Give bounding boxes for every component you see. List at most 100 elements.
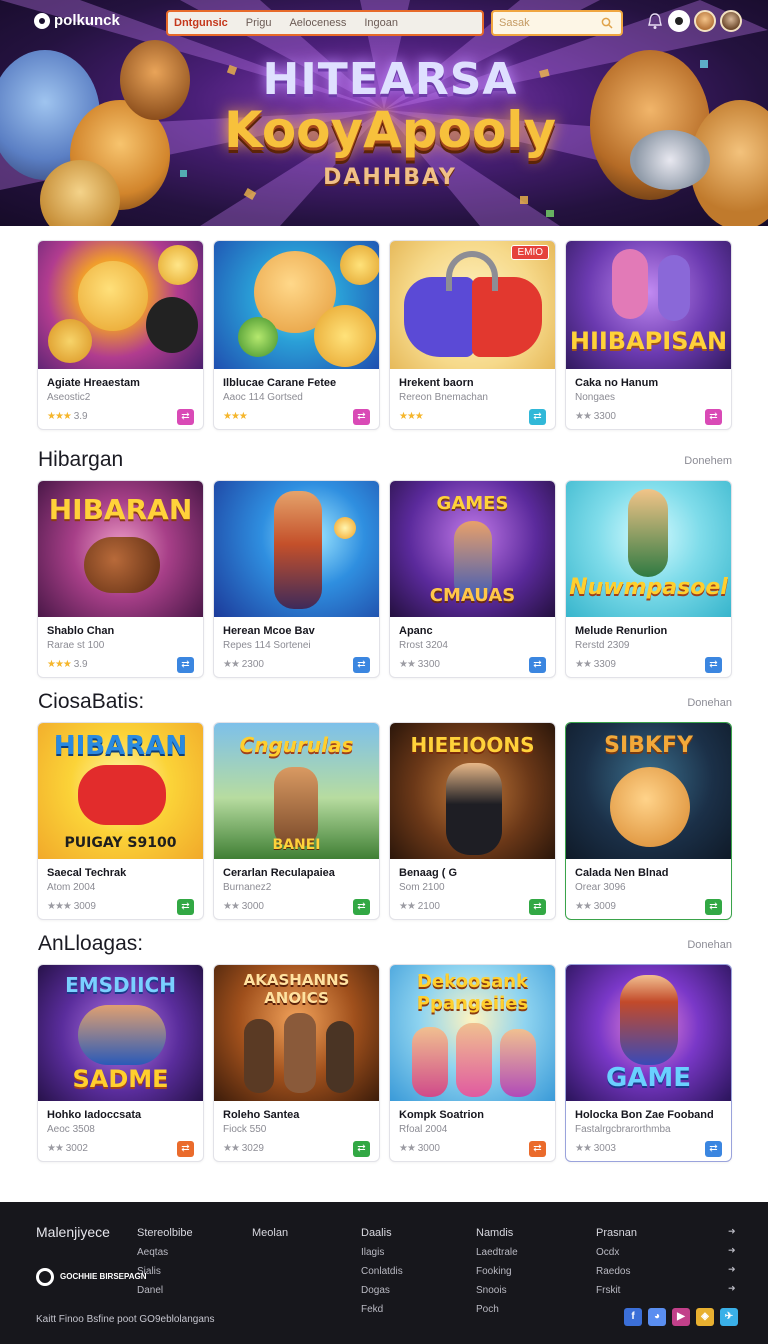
search-icon[interactable]	[601, 17, 613, 29]
search-input[interactable]	[499, 16, 599, 30]
arrow-right-icon[interactable]: ➜	[728, 1245, 736, 1256]
game-card[interactable]: Ilblucae Carane Fetee Aaoc 114 Gortsed ★…	[213, 240, 380, 430]
rating-value: 3.9	[73, 659, 88, 670]
footer-link[interactable]: Laedtrale	[476, 1243, 518, 1262]
game-card[interactable]: HIIBAPISAN Caka no Hanum Nongaes ★★ 3300…	[565, 240, 732, 430]
nav-item-2[interactable]: Prigu	[246, 17, 272, 29]
game-card[interactable]: Herean Mcoe Bav Repes 114 Sortenei ★★ 23…	[213, 480, 380, 678]
play-icon[interactable]: ⇄	[177, 409, 194, 425]
footer-link[interactable]: Aeqtas	[137, 1243, 193, 1262]
arrow-right-icon[interactable]: ➜	[728, 1264, 736, 1275]
game-card[interactable]: HIBARAN Shablo Chan Rarae st 100 ★★★ 3.9…	[37, 480, 204, 678]
play-icon[interactable]: ⇄	[529, 1141, 546, 1157]
game-card[interactable]: GAME Holocka Bon Zae Fooband Fastalrgcbr…	[565, 964, 732, 1162]
footer-link[interactable]: Ocdx	[596, 1243, 637, 1262]
rating-value: 3.9	[73, 411, 88, 422]
play-icon[interactable]: ⇄	[705, 899, 722, 915]
header-actions	[646, 10, 742, 32]
game-thumbnail: HIBARAN PUIGAY S9100	[38, 723, 203, 859]
play-icon[interactable]: ⇄	[353, 657, 370, 673]
arrow-right-icon[interactable]: ➜	[728, 1283, 736, 1294]
notification-bell-icon[interactable]	[646, 10, 664, 32]
game-title: Shablo Chan	[47, 625, 115, 637]
arrow-right-icon[interactable]: ➜	[728, 1226, 736, 1237]
twitter-icon[interactable]: ✈	[720, 1308, 738, 1326]
footer-link[interactable]: Fekd	[361, 1300, 403, 1319]
footer-link[interactable]: Daalis	[361, 1224, 403, 1243]
play-icon[interactable]: ⇄	[177, 657, 194, 673]
footer-link[interactable]: Fooking	[476, 1262, 518, 1281]
logo-icon	[34, 12, 50, 29]
see-more-link-2[interactable]: Donehan	[687, 697, 732, 709]
game-rating: ★★ 2300	[223, 659, 264, 670]
play-icon[interactable]: ⇄	[529, 409, 546, 425]
game-card[interactable]: GAMES CMAUAS Apanc Rrost 3204 ★★ 3300 ⇄	[389, 480, 556, 678]
footer-link[interactable]: Raedos	[596, 1262, 637, 1281]
play-icon[interactable]: ⇄	[705, 409, 722, 425]
facebook-icon[interactable]: f	[624, 1308, 642, 1326]
game-title: Benaag ( G	[399, 867, 458, 879]
footer-link[interactable]: Prasnan	[596, 1224, 637, 1243]
play-icon[interactable]: ⇄	[529, 899, 546, 915]
play-icon[interactable]: ⇄	[529, 657, 546, 673]
profile-menu-icon[interactable]	[668, 10, 690, 32]
play-icon[interactable]: ⇄	[177, 1141, 194, 1157]
game-card[interactable]: AKASHANNS ANOICS Roleho Santea Fiock 550…	[213, 964, 380, 1162]
game-card[interactable]: HIEEIOONS Benaag ( G Som 2100 ★★ 2100 ⇄	[389, 722, 556, 920]
game-subtitle: Aaoc 114 Gortsed	[223, 392, 303, 403]
game-rating: ★★ 3002	[47, 1143, 88, 1154]
play-icon[interactable]: ⇄	[705, 657, 722, 673]
avatar-secondary[interactable]	[720, 10, 742, 32]
social-links: f ◕ ▶ ◈ ✈	[624, 1308, 738, 1326]
rating-value: 3000	[417, 1143, 440, 1154]
footer-link[interactable]: Conlatdis	[361, 1262, 403, 1281]
footer-link[interactable]: Snoois	[476, 1281, 518, 1300]
youtube-icon[interactable]: ▶	[672, 1308, 690, 1326]
footer-link[interactable]: Stereolbibe	[137, 1224, 193, 1243]
discord-icon[interactable]: ◕	[648, 1308, 666, 1326]
game-card[interactable]: HIBARAN PUIGAY S9100 Saecal Techrak Atom…	[37, 722, 204, 920]
nav-item-1[interactable]: Dntgunsic	[174, 17, 228, 29]
twitch-icon[interactable]: ◈	[696, 1308, 714, 1326]
game-card[interactable]: Nuwmpasoel Melude Renurlion Rerstd 2309 …	[565, 480, 732, 678]
game-card[interactable]: EMIO Hrekent baorn Rereon Bnemachan ★★★ …	[389, 240, 556, 430]
game-rating: ★★ 3000	[399, 1143, 440, 1154]
footer-link[interactable]: Ilagis	[361, 1243, 403, 1262]
thumbnail-title: Cngurulas	[239, 733, 354, 757]
game-card[interactable]: Cngurulas BANEI Cerarlan Reculapaiea Bur…	[213, 722, 380, 920]
game-card[interactable]: SIBKFY Calada Nen Blnad Orear 3096 ★★ 30…	[565, 722, 732, 920]
play-icon[interactable]: ⇄	[177, 899, 194, 915]
game-card[interactable]: EMSDIICH SADME Hohko Iadoccsata Aeoc 350…	[37, 964, 204, 1162]
avatar[interactable]	[694, 10, 716, 32]
play-icon[interactable]: ⇄	[353, 409, 370, 425]
game-thumbnail: GAME	[566, 965, 731, 1101]
section-title-3: AnLloagas:	[38, 932, 144, 955]
game-subtitle: Rfoal 2004	[399, 1124, 448, 1135]
rating-stars-icon: ★★	[399, 1143, 416, 1154]
thumbnail-title: EMSDIICH	[65, 973, 176, 997]
play-icon[interactable]: ⇄	[353, 899, 370, 915]
play-icon[interactable]: ⇄	[705, 1141, 722, 1157]
footer-link[interactable]: Poch	[476, 1300, 518, 1319]
site-logo[interactable]: polkunck	[34, 12, 120, 29]
footer-link[interactable]: Frskit	[596, 1281, 637, 1300]
hero-subtitle: DAHHBAY	[323, 165, 457, 190]
footer-link[interactable]: Dogas	[361, 1281, 403, 1300]
see-more-link-3[interactable]: Donehan	[687, 939, 732, 951]
play-icon[interactable]: ⇄	[353, 1141, 370, 1157]
search-box	[491, 10, 623, 36]
site-footer: Malenjiyece Stereolbibe Aeqtas Sialis Da…	[0, 1202, 768, 1344]
game-card[interactable]: Agiate Hreaestam Aseostic2 ★★★ 3.9 ⇄	[37, 240, 204, 430]
footer-link[interactable]: Namdis	[476, 1224, 518, 1243]
rating-value: 3300	[593, 411, 616, 422]
game-subtitle: Rarae st 100	[47, 640, 105, 651]
game-card[interactable]: Dekoosank Ppangeiies Kompk Soatrion Rfoa…	[389, 964, 556, 1162]
game-subtitle: Rereon Bnemachan	[399, 392, 488, 403]
copyright-text: Kaitt Finoo Bsfine poot GO9eblolangans	[36, 1314, 215, 1325]
nav-item-4[interactable]: Ingoan	[364, 17, 398, 29]
footer-brand: Malenjiyece	[36, 1224, 110, 1240]
footer-logo[interactable]: GOCHHIE BIRSEPAGN	[36, 1268, 147, 1286]
see-more-link-1[interactable]: Donehem	[684, 455, 732, 467]
hero-banner: HITEARSA KooyApooly DAHHBAY polkunck Dnt…	[0, 0, 768, 226]
nav-item-3[interactable]: Aeloceness	[289, 17, 346, 29]
